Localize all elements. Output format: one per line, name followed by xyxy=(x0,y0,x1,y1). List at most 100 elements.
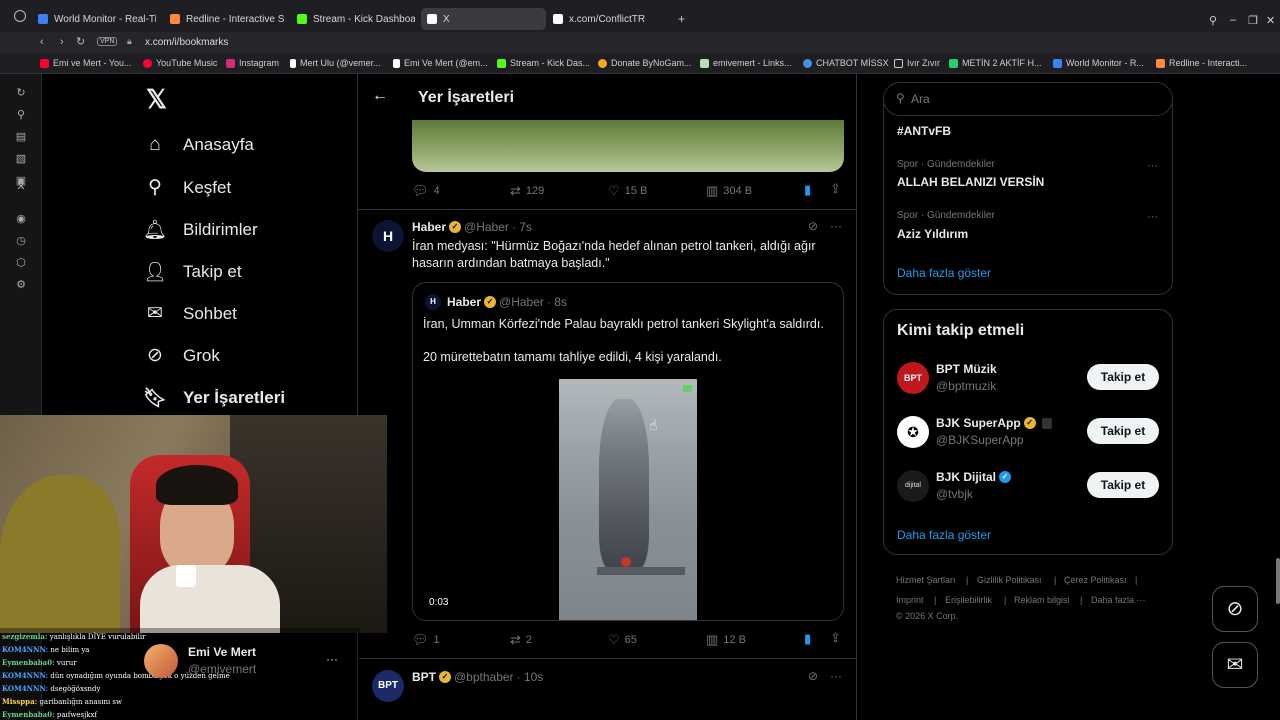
extensions-sidebar-icon[interactable]: ⬡ xyxy=(14,256,28,269)
bookmark-item[interactable]: Donate ByNoGam... xyxy=(598,58,692,68)
trend-name[interactable]: Aziz Yıldırım xyxy=(897,227,968,241)
quoted-post[interactable]: H Haber ✓ @Haber · 8s İran, Umman Körfez… xyxy=(412,282,844,621)
wallet-sidebar-icon[interactable]: ▤ xyxy=(14,130,28,143)
follow-button[interactable]: Takip et xyxy=(1087,472,1159,498)
account-handle[interactable]: @tvbjk xyxy=(936,487,973,501)
author-name[interactable]: Haber xyxy=(412,220,446,234)
x-logo-icon[interactable]: 𝕏 xyxy=(146,84,167,115)
video-player[interactable]: 0:03 ☝︎ xyxy=(413,379,843,620)
footer-link[interactable]: Gizlilik Politikası xyxy=(977,575,1042,585)
search-icon[interactable]: ⚲ xyxy=(1209,14,1217,27)
bookmark-item[interactable]: emivemert - Links... xyxy=(700,58,792,68)
bookmark-item[interactable]: Redline - Interacti... xyxy=(1156,58,1247,68)
like-button[interactable]: ♡ 15 B xyxy=(608,183,647,199)
browser-tab-active[interactable]: X xyxy=(421,8,546,30)
account-handle[interactable]: @bptmuzik xyxy=(936,379,996,393)
like-button[interactable]: ♡ 65 xyxy=(608,632,637,648)
share-icon[interactable]: ⇪ xyxy=(830,181,841,197)
minimize-icon[interactable]: – xyxy=(1230,14,1236,26)
back-icon[interactable]: ‹ xyxy=(40,36,44,48)
nav-item-bookmarks[interactable]: 🔖︎ Yer İşaretleri xyxy=(143,386,285,410)
footer-link[interactable]: Imprint xyxy=(896,595,924,605)
post-time[interactable]: · 10s xyxy=(517,670,544,684)
bookmark-item[interactable]: Stream - Kick Das... xyxy=(497,58,590,68)
reload-icon[interactable]: ↻ xyxy=(76,35,85,48)
trend-name[interactable]: ALLAH BELANIZI VERSİN xyxy=(897,175,1044,189)
avatar[interactable]: ✪ xyxy=(897,416,929,448)
close-icon[interactable]: ✕ xyxy=(1266,14,1275,27)
footer-link[interactable]: Hizmet Şartları xyxy=(896,575,956,585)
bookmark-item[interactable]: Ivır Zıvır xyxy=(894,58,940,68)
browser-logo-icon[interactable] xyxy=(14,10,26,22)
author-handle[interactable]: @bpthaber xyxy=(454,670,514,684)
views-button[interactable]: ▥ 304 B xyxy=(706,183,752,199)
history-icon[interactable]: ◷ xyxy=(14,234,28,247)
grok-fab[interactable]: ⊘ xyxy=(1212,586,1258,632)
post-time[interactable]: · 7s xyxy=(512,220,532,234)
scrollbar[interactable] xyxy=(1276,558,1280,604)
reply-button[interactable]: 💬︎ 4 xyxy=(412,183,440,199)
bookmark-filled-icon[interactable]: ▮ xyxy=(804,631,811,647)
follow-button[interactable]: Takip et xyxy=(1087,364,1159,390)
account-name[interactable]: BJK Dijital xyxy=(936,470,996,484)
more-icon[interactable]: ··· xyxy=(326,652,338,666)
bookmark-item[interactable]: Emi ve Mert - You... xyxy=(40,58,132,68)
browser-tab[interactable]: Redline - Interactive Strat xyxy=(170,8,284,30)
views-button[interactable]: ▥ 12 B xyxy=(706,632,746,648)
trend-name[interactable]: #ANTvFB xyxy=(897,124,951,138)
nav-item-follow[interactable]: 👤︎ Takip et xyxy=(143,260,242,284)
bookmark-item[interactable]: World Monitor - R... xyxy=(1053,58,1144,68)
browser-tab[interactable]: Stream - Kick Dashboard xyxy=(297,8,415,30)
avatar[interactable]: H xyxy=(372,220,404,252)
reply-button[interactable]: 💬︎ 1 xyxy=(412,632,440,648)
nav-item-notifications[interactable]: 🔔︎ Bildirimler xyxy=(143,218,258,242)
mail-sidebar-icon[interactable]: ▧ xyxy=(14,152,28,165)
show-more-link[interactable]: Daha fazla göster xyxy=(897,266,991,280)
bookmark-item[interactable]: Instagram xyxy=(226,58,279,68)
new-tab-button[interactable]: + xyxy=(678,12,685,26)
forward-icon[interactable]: › xyxy=(60,36,64,48)
avatar[interactable]: BPT xyxy=(372,670,404,702)
back-arrow-icon[interactable]: ← xyxy=(372,87,388,105)
footer-link[interactable]: Reklam bilgisi xyxy=(1014,595,1070,605)
pin-icon[interactable]: ⚲ xyxy=(14,108,28,121)
nav-item-home[interactable]: ⌂ Anasayfa xyxy=(143,134,254,156)
more-icon[interactable]: ··· xyxy=(830,219,842,233)
repost-button[interactable]: ⇄ 129 xyxy=(510,183,544,199)
bookmark-item[interactable]: METİN 2 AKTİF H... xyxy=(949,58,1042,68)
author-handle[interactable]: @Haber xyxy=(464,220,509,234)
profile-button[interactable]: Emi Ve Mert @emivemert ··· xyxy=(144,644,354,680)
url-field[interactable]: x.com/i/bookmarks xyxy=(145,37,228,48)
browser-tab[interactable]: x.com/ConflictTR xyxy=(553,8,663,30)
footer-link[interactable]: Çerez Politikası xyxy=(1064,575,1127,585)
more-icon[interactable]: ··· xyxy=(830,669,842,683)
avatar[interactable]: BPT xyxy=(897,362,929,394)
account-handle[interactable]: @BJKSuperApp xyxy=(936,433,1024,447)
follow-button[interactable]: Takip et xyxy=(1087,418,1159,444)
bookmark-item[interactable]: Emi Ve Mert (@em... xyxy=(393,58,488,68)
account-name[interactable]: BJK SuperApp xyxy=(936,416,1021,430)
account-name[interactable]: BPT Müzik xyxy=(936,362,997,376)
nav-item-explore[interactable]: ⚲ Keşfet xyxy=(143,176,231,199)
share-icon[interactable]: ⇪ xyxy=(830,630,841,646)
messages-fab[interactable]: ✉ xyxy=(1212,642,1258,688)
bookmark-item[interactable]: CHATBOT MİSSX xyxy=(803,58,889,68)
grok-post-icon[interactable]: ⊘ xyxy=(808,219,818,233)
vpn-badge[interactable]: VPN xyxy=(97,37,118,46)
nav-item-grok[interactable]: ⊘ Grok xyxy=(143,344,220,367)
post-media[interactable] xyxy=(412,120,844,172)
footer-link[interactable]: Erişilebilirlik xyxy=(945,595,992,605)
browser-tab[interactable]: World Monitor - Real-Tim xyxy=(38,8,156,30)
grok-post-icon[interactable]: ⊘ xyxy=(808,669,818,683)
x-logo-icon[interactable]: ✕ xyxy=(14,180,28,193)
avatar[interactable]: dijital xyxy=(897,470,929,502)
bookmark-filled-icon[interactable]: ▮ xyxy=(804,182,811,198)
more-icon[interactable]: ··· xyxy=(1147,160,1158,172)
repost-button[interactable]: ⇄ 2 xyxy=(510,632,532,648)
assistant-icon[interactable]: ↻ xyxy=(14,86,28,99)
author-name[interactable]: BPT xyxy=(412,670,436,684)
more-icon[interactable]: ··· xyxy=(1147,211,1158,223)
settings-icon[interactable]: ⚙ xyxy=(14,278,28,291)
nav-item-chat[interactable]: ✉ Sohbet xyxy=(143,302,237,325)
chatgpt-icon[interactable]: ◉ xyxy=(14,212,28,225)
